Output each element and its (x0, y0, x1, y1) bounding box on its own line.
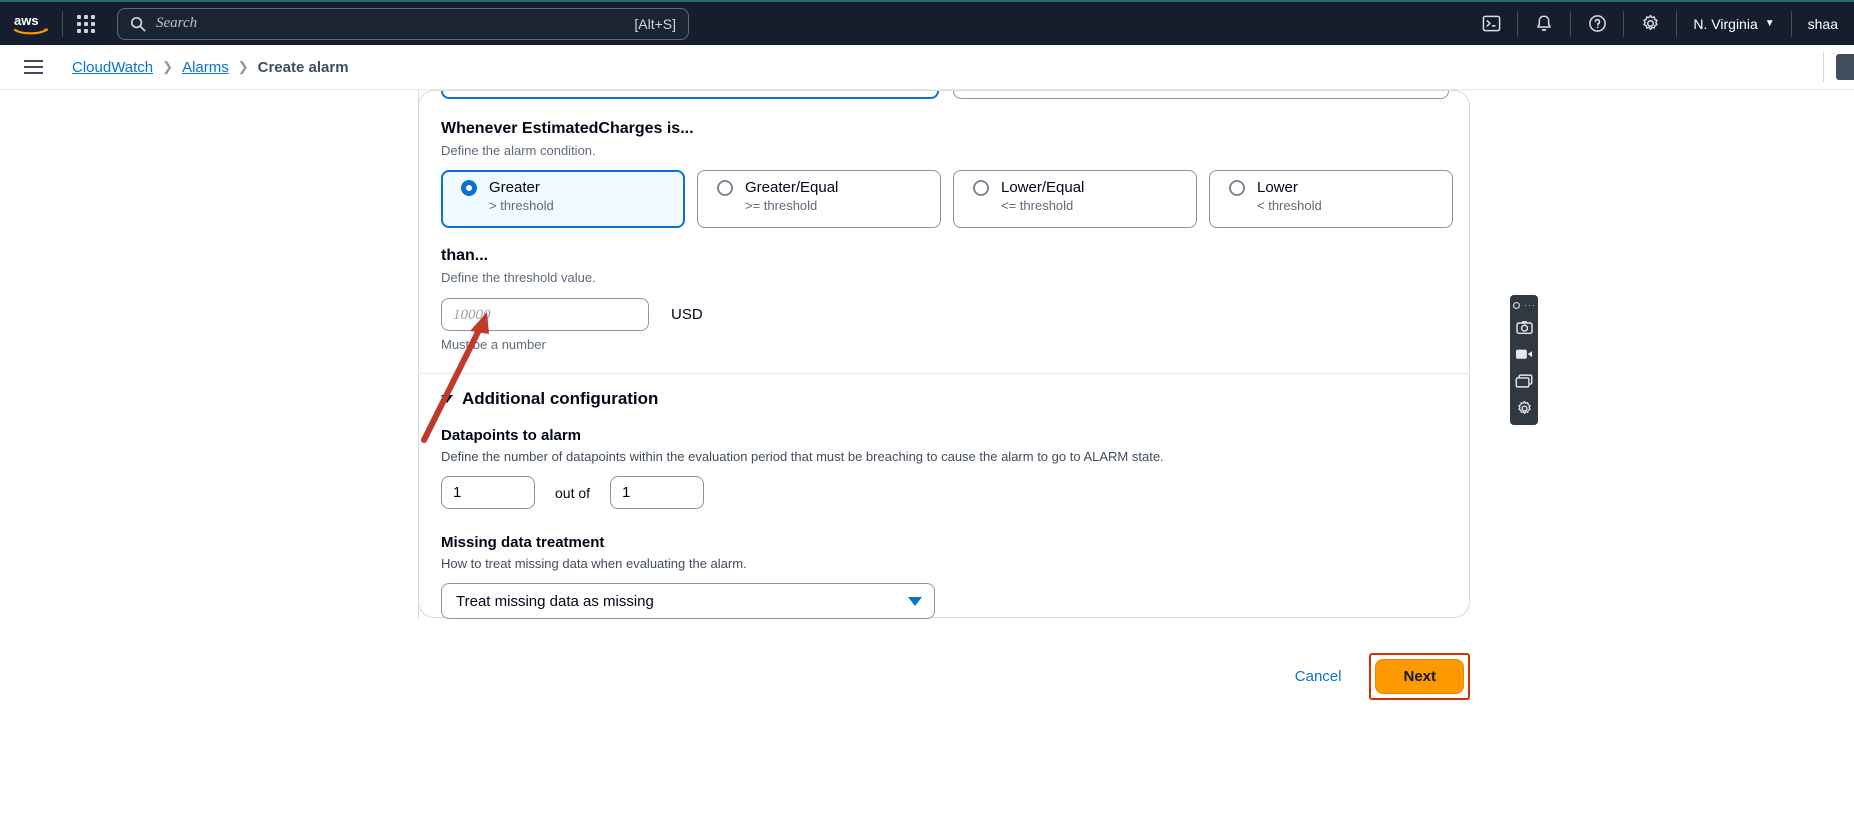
main-content: Whenever EstimatedCharges is... Define t… (0, 90, 1854, 822)
operator-option-lower-equal[interactable]: Lower/Equal <= threshold (953, 170, 1197, 228)
breadcrumb-bar: CloudWatch ❯ Alarms ❯ Create alarm (0, 45, 1854, 90)
gear-icon[interactable] (1624, 1, 1676, 46)
vertical-divider (1823, 52, 1824, 82)
search-input[interactable]: Search [Alt+S] (117, 7, 689, 40)
datapoints-title: Datapoints to alarm (441, 427, 582, 444)
threshold-title: than... (441, 247, 489, 264)
form-actions: Cancel Next (418, 646, 1470, 706)
statistic-input-partial[interactable] (441, 91, 939, 99)
condition-title: Whenever EstimatedCharges is... (441, 120, 694, 137)
datapoints-description: Define the number of datapoints within t… (441, 449, 1164, 464)
threshold-hint: Must be a number (441, 337, 546, 352)
search-placeholder: Search (156, 15, 198, 31)
chevron-down-icon: ▼ (1764, 18, 1775, 29)
top-nav-right-group: N. Virginia ▼ shaa (1465, 1, 1854, 46)
operator-label-lower: Lower (1257, 179, 1298, 196)
breadcrumb-item-create-alarm: Create alarm (257, 58, 349, 76)
operator-sub-greater: > threshold (489, 198, 554, 213)
radio-icon-greater (461, 179, 477, 196)
aws-logo[interactable]: aws (0, 13, 62, 35)
operator-sub-greater-equal: >= threshold (745, 198, 818, 213)
radio-icon-lower-equal (973, 179, 989, 196)
operator-option-greater[interactable]: Greater > threshold (441, 170, 685, 228)
condition-description: Define the alarm condition. (441, 143, 596, 158)
window-icon[interactable] (1513, 370, 1535, 392)
missing-data-select[interactable]: Treat missing data as missing (441, 583, 935, 619)
breadcrumb-separator: ❯ (237, 59, 249, 74)
search-icon (130, 16, 146, 32)
additional-configuration-title: Additional configuration (462, 389, 659, 408)
toolbar-drag-handle[interactable]: ··· (1512, 299, 1536, 311)
datapoints-to-alarm-group: Datapoints to alarm Define the number of… (441, 427, 1164, 509)
additional-configuration-section: Additional configuration Datapoints to a… (441, 389, 1164, 619)
operator-label-greater-equal: Greater/Equal (745, 179, 839, 196)
scrolled-top-inputs (419, 91, 1471, 109)
gear-icon[interactable] (1513, 397, 1535, 419)
threshold-section: than... Define the threshold value. USD … (441, 246, 703, 352)
missing-data-group: Missing data treatment How to treat miss… (441, 534, 1164, 619)
period-input-partial[interactable] (953, 91, 1449, 99)
region-selector[interactable]: N. Virginia ▼ (1677, 1, 1790, 46)
threshold-description: Define the threshold value. (441, 270, 596, 285)
breadcrumb-right-group (1823, 45, 1854, 90)
section-divider (420, 373, 1470, 374)
datapoints-outof-label: out of (555, 484, 591, 501)
search-shortcut-hint: [Alt+S] (634, 15, 676, 32)
missing-data-selected-value: Treat missing data as missing (456, 592, 654, 610)
chevron-down-icon (908, 596, 922, 606)
question-circle-icon[interactable] (1571, 1, 1623, 46)
cloudshell-icon[interactable] (1465, 1, 1517, 46)
operator-sub-lower-equal: <= threshold (1001, 198, 1074, 213)
account-menu[interactable]: shaa (1792, 1, 1854, 46)
camera-icon[interactable] (1513, 316, 1535, 338)
datapoints-value-input[interactable] (441, 476, 535, 509)
missing-data-title: Missing data treatment (441, 534, 605, 551)
operator-option-greater-equal[interactable]: Greater/Equal >= threshold (697, 170, 941, 228)
account-label: shaa (1807, 15, 1838, 32)
operator-label-greater: Greater (489, 179, 540, 196)
radio-icon-lower (1229, 179, 1245, 196)
video-camera-icon[interactable] (1513, 343, 1535, 365)
bell-icon[interactable] (1518, 1, 1570, 46)
chevron-down-icon[interactable] (441, 395, 453, 403)
next-button[interactable]: Next (1375, 658, 1464, 694)
condition-section: Whenever EstimatedCharges is... Define t… (441, 119, 1453, 228)
hamburger-icon[interactable] (16, 50, 50, 84)
apps-grid-icon[interactable] (63, 1, 109, 46)
missing-data-description: How to treat missing data when evaluatin… (441, 556, 747, 571)
next-button-highlight: Next (1369, 652, 1470, 700)
condition-operator-group: Greater > threshold Greater/Equal >= thr… (441, 170, 1453, 228)
cancel-button[interactable]: Cancel (1289, 660, 1348, 693)
screen-recorder-toolbar: ··· (1510, 295, 1538, 425)
threshold-input[interactable] (441, 298, 649, 331)
breadcrumb-separator: ❯ (162, 59, 174, 74)
breadcrumb: CloudWatch ❯ Alarms ❯ Create alarm (72, 59, 349, 76)
breadcrumb-item-cloudwatch[interactable]: CloudWatch (72, 59, 153, 76)
operator-option-lower[interactable]: Lower < threshold (1209, 170, 1453, 228)
top-navigation-bar: aws Search [Alt+S] N. Virginia ▼ shaa (0, 0, 1854, 45)
threshold-unit-label: USD (671, 306, 703, 323)
operator-label-lower-equal: Lower/Equal (1001, 179, 1085, 196)
additional-configuration-header[interactable]: Additional configuration (441, 389, 1164, 409)
datapoints-total-input[interactable] (610, 476, 705, 509)
radio-icon-greater-equal (717, 179, 733, 196)
operator-sub-lower: < threshold (1257, 198, 1322, 213)
region-label: N. Virginia (1693, 15, 1758, 32)
panel-toggle-button[interactable] (1836, 54, 1854, 80)
breadcrumb-item-alarms[interactable]: Alarms (182, 59, 229, 76)
svg-text:aws: aws (14, 13, 39, 28)
alarm-conditions-card: Whenever EstimatedCharges is... Define t… (418, 90, 1471, 619)
